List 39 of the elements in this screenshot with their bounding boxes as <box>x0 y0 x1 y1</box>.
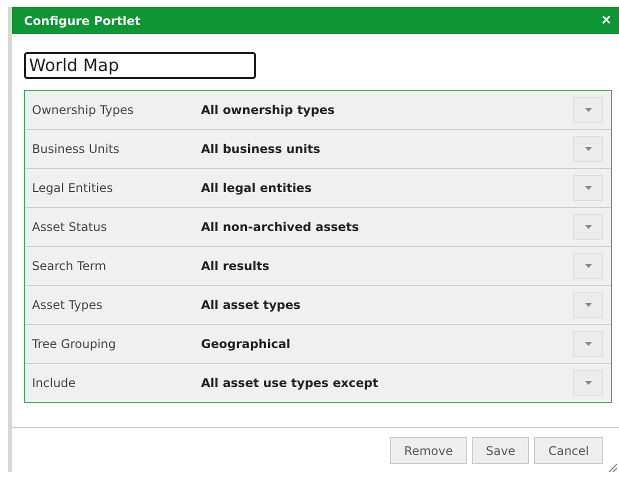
caret-icon <box>584 342 592 346</box>
setting-value: All legal entities <box>201 181 313 195</box>
caret-icon <box>584 225 592 229</box>
setting-label: Business Units <box>32 142 120 156</box>
name-field[interactable]: World Map <box>24 52 256 79</box>
dropdown-button[interactable] <box>573 370 603 396</box>
setting-label: Include <box>32 376 77 390</box>
dropdown-button[interactable] <box>573 292 603 318</box>
setting-label: Asset Status <box>32 220 108 234</box>
window-title: Configure Portlet <box>24 14 141 28</box>
caret-icon <box>584 303 592 307</box>
dialog-button[interactable]: Save <box>472 437 530 464</box>
caret-icon <box>584 381 592 385</box>
setting-label: Tree Grouping <box>32 337 117 351</box>
setting-value: All non-archived assets <box>201 220 360 234</box>
setting-label: Ownership Types <box>32 103 135 117</box>
dialog-button[interactable]: Remove <box>390 437 467 464</box>
dialog-button[interactable]: Cancel <box>534 437 603 464</box>
caret-icon <box>584 186 592 190</box>
dropdown-button[interactable] <box>573 175 603 201</box>
dropdown-button[interactable] <box>573 253 603 279</box>
setting-label: Search Term <box>32 259 108 273</box>
setting-label: Legal Entities <box>32 181 114 195</box>
setting-value: All business units <box>201 142 322 156</box>
setting-value: All asset types <box>201 298 302 312</box>
caret-icon <box>584 264 592 268</box>
setting-label: Asset Types <box>32 298 104 312</box>
caret-icon <box>584 108 592 112</box>
dropdown-button[interactable] <box>573 331 603 357</box>
setting-value: All ownership types <box>201 103 336 117</box>
close-button[interactable]: × <box>602 12 611 28</box>
setting-value: All results <box>201 259 270 273</box>
setting-value: Geographical <box>201 337 292 351</box>
dropdown-button[interactable] <box>573 214 603 240</box>
setting-value: All asset use types except <box>201 376 380 390</box>
resize-grip-icon[interactable] <box>607 462 617 472</box>
caret-icon <box>584 147 592 151</box>
dropdown-button[interactable] <box>573 97 603 123</box>
dropdown-button[interactable] <box>573 136 603 162</box>
